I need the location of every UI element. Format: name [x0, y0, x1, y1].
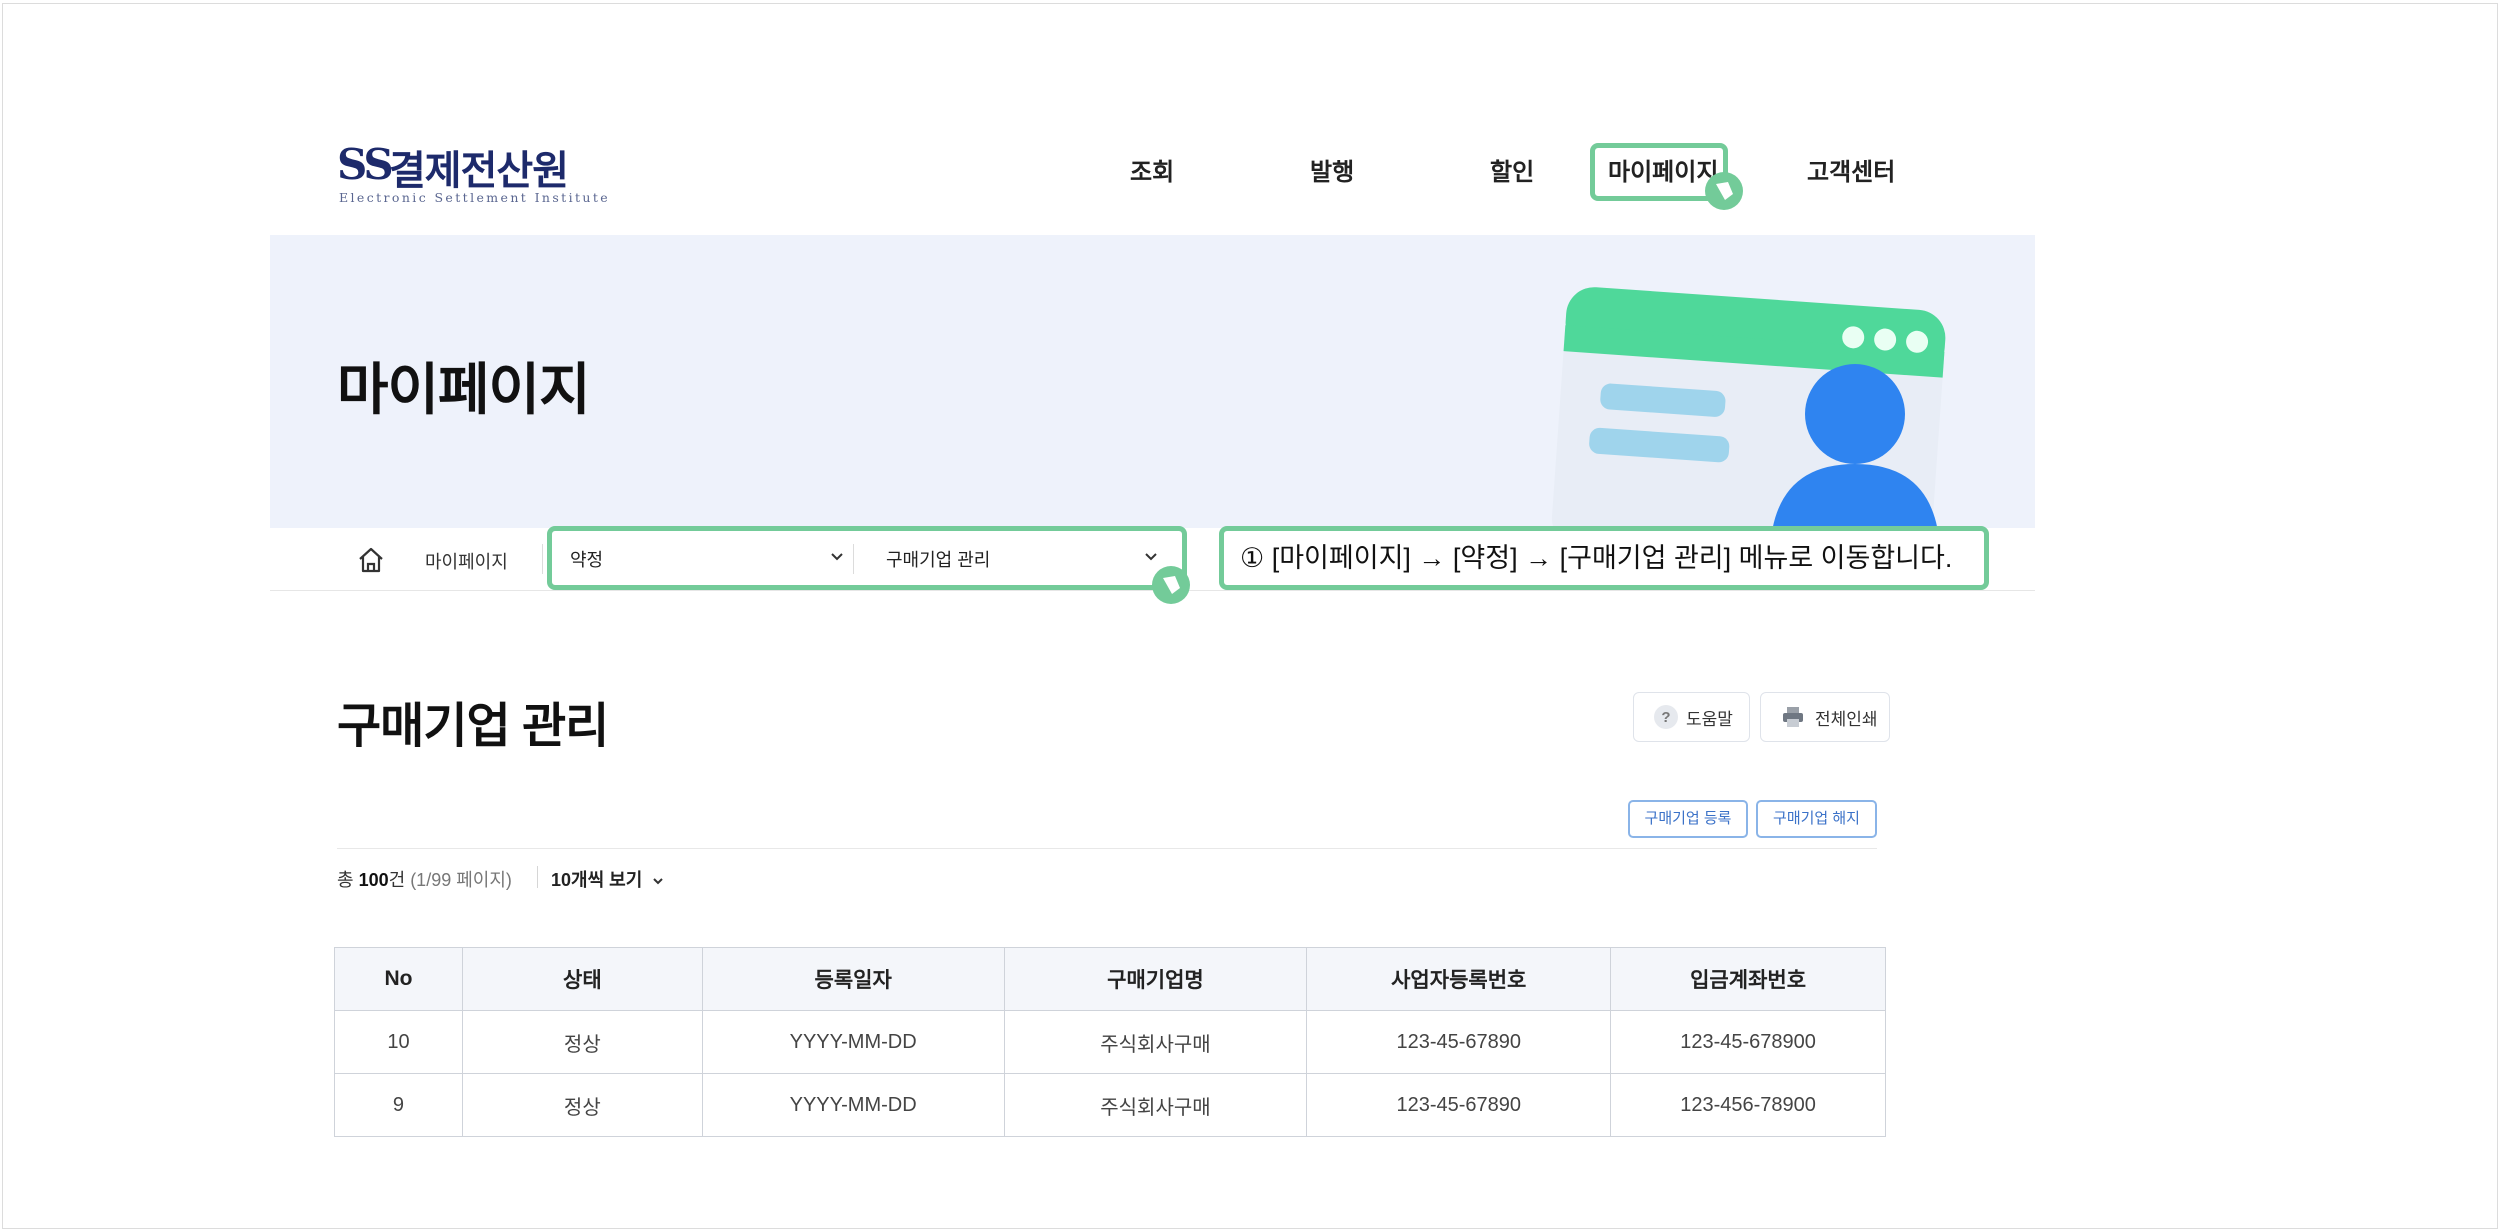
- column-header-no: No: [334, 947, 463, 1011]
- table-header-row: No 상태 등록일자 구매기업명 사업자등록번호 입금계좌번호: [334, 947, 1886, 1011]
- nav-item-discount[interactable]: 할인: [1490, 150, 1534, 196]
- divider: [337, 848, 1877, 849]
- column-header-company: 구매기업명: [1003, 947, 1308, 1011]
- cell-company: 주식회사구매: [1003, 1073, 1308, 1137]
- total-prefix: 총: [337, 870, 359, 890]
- nav-item-inquiry[interactable]: 조회: [1130, 150, 1174, 196]
- click-cursor-icon: [1152, 566, 1190, 604]
- cell-no: 9: [334, 1073, 463, 1137]
- column-header-biz-number: 사업자등록번호: [1306, 947, 1612, 1011]
- cell-company: 주식회사구매: [1003, 1010, 1308, 1074]
- cell-biz-number: 123-45-67890: [1306, 1073, 1612, 1137]
- cell-biz-number: 123-45-67890: [1306, 1010, 1612, 1074]
- print-all-button[interactable]: 전체인쇄: [1760, 692, 1890, 742]
- cell-account: 123-45-678900: [1610, 1010, 1886, 1074]
- page-title: 구매기업 관리: [337, 700, 609, 753]
- column-header-account: 입금계좌번호: [1610, 947, 1886, 1011]
- main-nav: 조회 발행 할인 마이페이지 고객센터: [0, 150, 2501, 198]
- print-all-label: 전체인쇄: [1815, 709, 1878, 729]
- hero-title: 마이페이지: [337, 358, 591, 421]
- breadcrumb-divider: [542, 544, 543, 574]
- help-label: 도움말: [1686, 709, 1733, 729]
- cell-reg-date: YYYY-MM-DD: [701, 1010, 1005, 1074]
- per-page-select[interactable]: 10개씩 보기: [551, 866, 665, 892]
- total-suffix: 건: [388, 870, 406, 890]
- help-button[interactable]: ? 도움말: [1633, 692, 1750, 742]
- page-info: (1/99 페이지): [410, 870, 512, 890]
- table-row[interactable]: 9 정상 YYYY-MM-DD 주식회사구매 123-45-67890 123-…: [334, 1073, 1886, 1137]
- chevron-down-icon: [653, 878, 663, 885]
- buyer-table: No 상태 등록일자 구매기업명 사업자등록번호 입금계좌번호 10 정상 YY…: [334, 947, 1886, 1137]
- total-count: 총 100건 (1/99 페이지): [337, 866, 512, 892]
- register-buyer-button[interactable]: 구매기업 등록: [1628, 800, 1748, 838]
- total-number: 100: [358, 870, 389, 890]
- nav-item-customer-center[interactable]: 고객센터: [1807, 150, 1895, 196]
- printer-icon: [1783, 707, 1803, 727]
- question-icon: ?: [1654, 705, 1678, 729]
- profile-window-illustration: [1551, 287, 1946, 528]
- cell-account: 123-456-78900: [1610, 1073, 1886, 1137]
- column-header-reg-date: 등록일자: [701, 947, 1005, 1011]
- cell-status: 정상: [461, 1073, 703, 1137]
- select-highlight: [547, 526, 1187, 590]
- cell-reg-date: YYYY-MM-DD: [701, 1073, 1005, 1137]
- hero-banner: 마이페이지: [270, 235, 2035, 528]
- cancel-buyer-button[interactable]: 구매기업 해지: [1756, 800, 1877, 838]
- instruction-note: ① [마이페이지] → [약정] → [구매기업 관리] 메뉴로 이동합니다.: [1219, 526, 1989, 590]
- count-divider: [537, 866, 538, 888]
- column-header-status: 상태: [461, 947, 703, 1011]
- nav-item-issue[interactable]: 발행: [1310, 150, 1354, 196]
- cell-no: 10: [334, 1010, 463, 1074]
- click-cursor-icon: [1705, 172, 1743, 210]
- breadcrumb-current[interactable]: 마이페이지: [425, 548, 508, 574]
- home-icon[interactable]: [356, 546, 386, 574]
- per-page-label: 10개씩 보기: [551, 870, 643, 890]
- table-row[interactable]: 10 정상 YYYY-MM-DD 주식회사구매 123-45-67890 123…: [334, 1010, 1886, 1074]
- cell-status: 정상: [461, 1010, 703, 1074]
